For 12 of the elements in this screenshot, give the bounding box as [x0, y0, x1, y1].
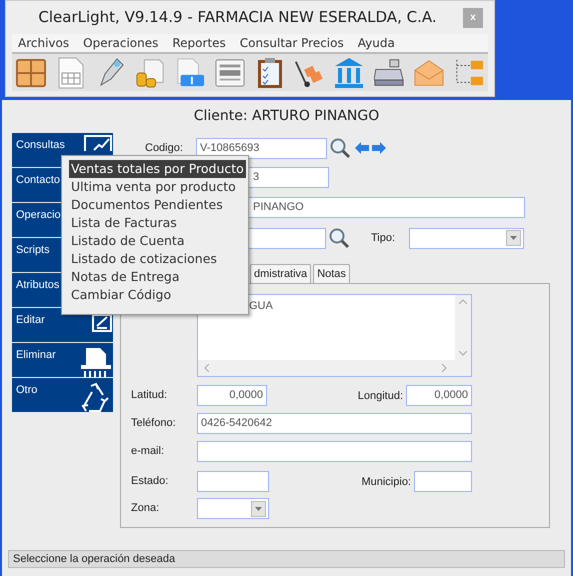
field-label: Longitud:: [358, 390, 403, 402]
status-bar: Seleccione la operación deseada: [8, 550, 565, 568]
window-title: ClearLight, V9.14.9 - FARMACIA NEW ESERALDA, C.A.: [37, 7, 438, 28]
field-label: Codigo:: [145, 140, 184, 156]
field-label: Municipio:: [361, 476, 411, 488]
field-label: e-mail:: [131, 444, 166, 460]
field-label: Estado:: [131, 474, 170, 489]
window-title: Cliente: ARTURO PINANGO: [192, 106, 380, 126]
field-label: Latitud:: [131, 388, 168, 403]
field-label: Teléfono:: [131, 416, 177, 432]
field-label: Tipo:: [371, 230, 396, 246]
field-label: Zona:: [131, 501, 160, 516]
